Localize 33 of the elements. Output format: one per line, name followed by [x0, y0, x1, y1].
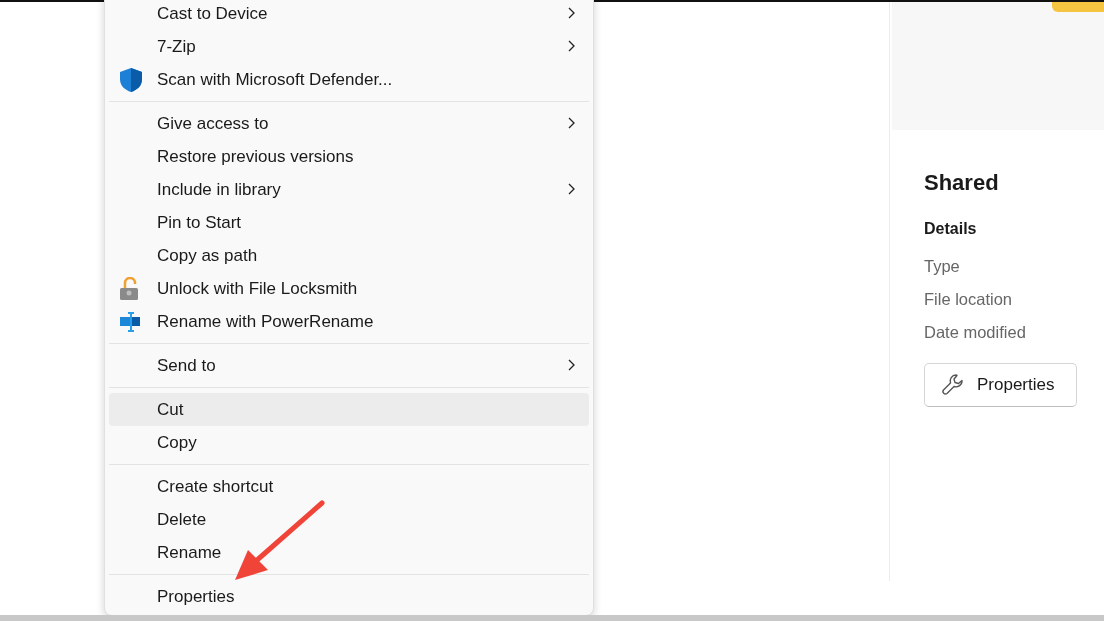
- section-heading: Details: [924, 220, 978, 238]
- menu-item[interactable]: Unlock with File Locksmith: [109, 272, 589, 305]
- shield-icon: [119, 66, 143, 93]
- menu-item[interactable]: Cut: [109, 393, 589, 426]
- field-label: Type: [924, 256, 961, 277]
- chevron-right-icon: [568, 7, 575, 19]
- chevron-right-icon: [568, 40, 575, 52]
- menu-item[interactable]: Scan with Microsoft Defender...: [109, 63, 589, 96]
- chevron-right-icon: [568, 359, 575, 371]
- rename-icon: [119, 310, 141, 333]
- menu-item[interactable]: Include in library: [109, 173, 589, 206]
- pane-title: Shared: [924, 170, 1000, 196]
- menu-item[interactable]: 7-Zip: [109, 30, 589, 63]
- folder-icon: [1052, 2, 1104, 12]
- menu-item[interactable]: Copy: [109, 426, 589, 459]
- menu-item[interactable]: Delete: [109, 503, 589, 536]
- menu-item[interactable]: Copy as path: [109, 239, 589, 272]
- chevron-right-icon: [568, 183, 575, 195]
- menu-item[interactable]: Rename with PowerRename: [109, 305, 589, 338]
- menu-item[interactable]: Cast to Device: [109, 0, 589, 30]
- padlock-icon: [119, 276, 139, 301]
- field-label: Date modified: [924, 322, 1027, 343]
- menu-item[interactable]: Give access to: [109, 107, 589, 140]
- menu-item[interactable]: Rename: [109, 536, 589, 569]
- menu-item[interactable]: Properties: [109, 580, 589, 613]
- menu-item[interactable]: Send to: [109, 349, 589, 382]
- properties-button[interactable]: Properties: [924, 363, 1077, 407]
- field-label: File location: [924, 289, 1014, 310]
- wrench-icon: [941, 373, 965, 397]
- menu-item[interactable]: Create shortcut: [109, 470, 589, 503]
- menu-item[interactable]: Pin to Start: [109, 206, 589, 239]
- chevron-right-icon: [568, 117, 575, 129]
- menu-item[interactable]: Restore previous versions: [109, 140, 589, 173]
